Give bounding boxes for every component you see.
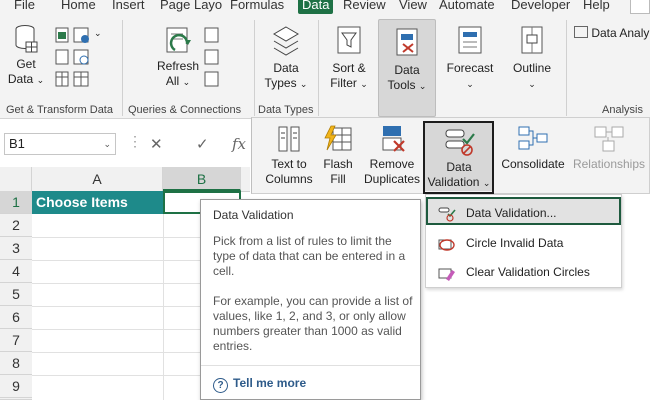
menu-item-data-validation[interactable]: Data Validation... bbox=[426, 197, 621, 225]
database-icon bbox=[15, 25, 38, 53]
data-tools-button[interactable]: Data Tools ⌄ bbox=[378, 19, 436, 117]
enter-icon[interactable]: ✓ bbox=[196, 135, 209, 153]
tab-view[interactable]: View bbox=[399, 0, 427, 14]
group-label-data-types: Data Types bbox=[258, 104, 314, 116]
text-to-columns-icon bbox=[278, 126, 300, 152]
tab-insert[interactable]: Insert bbox=[112, 0, 145, 14]
fx-icon[interactable]: fx bbox=[232, 135, 246, 153]
consolidate-button[interactable]: Consolidate bbox=[496, 124, 570, 172]
name-box[interactable]: B1 ⌄ bbox=[4, 133, 116, 155]
column-header-b[interactable]: B bbox=[163, 167, 241, 191]
ribbon: Get Data ⌄ ⌄ Get & Transform Data Refres… bbox=[0, 14, 650, 119]
help-icon: ? bbox=[213, 378, 228, 393]
row-header-3[interactable]: 3 bbox=[0, 237, 32, 260]
row-header-6[interactable]: 6 bbox=[0, 306, 32, 329]
clear-circles-icon bbox=[438, 264, 456, 292]
row-header-4[interactable]: 4 bbox=[0, 260, 32, 283]
flash-fill-icon bbox=[324, 125, 352, 151]
forecast-icon bbox=[458, 26, 482, 54]
tab-page-layout[interactable]: Page Layo bbox=[160, 0, 222, 14]
row-header-7[interactable]: 7 bbox=[0, 329, 32, 352]
tooltip-example: For example, you can provide a list of v… bbox=[213, 294, 413, 353]
data-analysis-icon bbox=[574, 26, 588, 38]
tab-developer[interactable]: Developer bbox=[511, 0, 570, 14]
outline-icon bbox=[521, 26, 543, 54]
data-types-button[interactable]: Data Types ⌄ bbox=[262, 24, 310, 92]
relationships-icon bbox=[594, 126, 624, 152]
tab-automate[interactable]: Automate bbox=[439, 0, 495, 14]
tab-file[interactable]: File bbox=[14, 0, 35, 14]
menu-item-clear-validation-circles[interactable]: Clear Validation Circles bbox=[426, 258, 621, 286]
refresh-icon bbox=[166, 27, 191, 53]
tell-me-more-link[interactable]: ? Tell me more bbox=[213, 376, 306, 393]
row-header-1[interactable]: 1 bbox=[0, 191, 32, 214]
row-header-8[interactable]: 8 bbox=[0, 352, 32, 375]
tab-formulas[interactable]: Formulas bbox=[230, 0, 284, 14]
get-data-small-icons: ⌄ bbox=[54, 26, 102, 93]
row-header-9[interactable]: 9 bbox=[0, 375, 32, 398]
data-validation-tooltip: Data Validation Pick from a list of rule… bbox=[200, 199, 421, 400]
data-types-icon bbox=[273, 26, 299, 56]
relationships-button: Relationships bbox=[570, 124, 648, 172]
group-label-get-transform: Get & Transform Data bbox=[6, 104, 113, 116]
flash-fill-button[interactable]: Flash Fill bbox=[316, 124, 360, 187]
remove-duplicates-icon bbox=[382, 126, 405, 152]
row-header-5[interactable]: 5 bbox=[0, 283, 32, 306]
data-tools-icon bbox=[396, 28, 418, 56]
tab-data[interactable]: Data bbox=[298, 0, 334, 14]
column-header-a[interactable]: A bbox=[32, 167, 163, 191]
consolidate-icon bbox=[518, 126, 548, 150]
data-validation-menu: Data Validation... Circle Invalid Data C… bbox=[425, 194, 622, 288]
data-analysis-button[interactable]: Data Analy bbox=[574, 26, 649, 40]
name-box-chevron-icon[interactable]: ⌄ bbox=[103, 134, 111, 154]
menu-bar: File Home Insert Page Layo Formulas Data… bbox=[0, 0, 650, 14]
refresh-all-button[interactable]: Refresh All ⌄ bbox=[152, 24, 204, 90]
remove-duplicates-button[interactable]: Remove Duplicates bbox=[360, 124, 424, 187]
outline-button[interactable]: Outline ⌄ bbox=[508, 24, 556, 92]
tooltip-description: Pick from a list of rules to limit the t… bbox=[213, 234, 406, 278]
queries-small-icons bbox=[203, 26, 221, 93]
tab-home[interactable]: Home bbox=[61, 0, 96, 14]
forecast-button[interactable]: Forecast ⌄ bbox=[442, 24, 498, 92]
data-validation-highlight bbox=[423, 121, 494, 194]
get-data-button[interactable]: Get Data ⌄ bbox=[6, 24, 46, 88]
tab-help[interactable]: Help bbox=[583, 0, 610, 14]
column-headers: A B bbox=[0, 167, 250, 192]
cancel-icon[interactable]: ✕ bbox=[150, 135, 163, 153]
filter-icon bbox=[337, 26, 361, 54]
select-all-corner[interactable] bbox=[0, 167, 32, 191]
tab-review[interactable]: Review bbox=[343, 0, 386, 14]
menu-item-circle-invalid-data[interactable]: Circle Invalid Data bbox=[426, 229, 621, 257]
formula-bar-grip-icon: ⋮ bbox=[128, 133, 142, 149]
text-to-columns-button[interactable]: Text to Columns bbox=[260, 124, 318, 187]
row-header-2[interactable]: 2 bbox=[0, 214, 32, 237]
share-icon[interactable] bbox=[630, 0, 650, 14]
group-label-analysis: Analysis bbox=[602, 104, 643, 116]
tooltip-title: Data Validation bbox=[213, 208, 294, 222]
sort-filter-button[interactable]: Sort & Filter ⌄ bbox=[326, 24, 372, 92]
data-validation-icon bbox=[438, 204, 456, 232]
cell-a1[interactable]: Choose Items bbox=[32, 191, 163, 214]
group-label-queries: Queries & Connections bbox=[128, 104, 242, 116]
